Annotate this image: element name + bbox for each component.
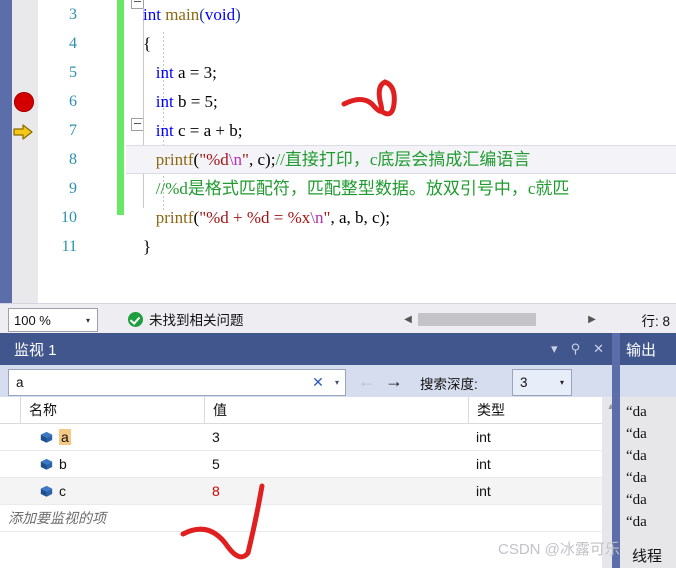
watch-grid: 名称 值 类型 a 3 int b 5 int c 8 int 添加要监视的项 — [0, 397, 612, 568]
variable-cube-icon — [40, 458, 53, 470]
line-number: 10 — [61, 209, 77, 226]
code-line-10: printf("%d + %d = %x\n", a, b, c); — [155, 208, 390, 227]
line-number-column: 3 4 5 6 7 8 9 10 11 — [38, 0, 82, 303]
watch-variable-name: c — [59, 483, 66, 499]
column-header-value[interactable]: 值 — [205, 397, 469, 423]
code-line-3: int main(void) — [126, 5, 241, 24]
line-number: 11 — [61, 238, 77, 255]
search-input[interactable]: a ✕ ▾ — [8, 369, 346, 396]
table-row[interactable]: b 5 int — [0, 451, 612, 478]
problem-status-label: 未找到相关问题 — [149, 313, 244, 328]
pin-icon[interactable]: ⚲ — [571, 341, 581, 357]
watch-variable-name: b — [59, 456, 67, 472]
variable-cube-icon — [40, 431, 53, 443]
line-number: 3 — [69, 6, 77, 23]
watch-toolbar: a ✕ ▾ ← → 搜索深度: 3 ▾ — [0, 365, 612, 397]
check-circle-icon — [128, 311, 143, 327]
watch-variable-type: int — [476, 429, 491, 445]
search-next-icon[interactable]: → — [385, 372, 403, 390]
output-line: “da — [626, 404, 647, 420]
code-line-9: //%d是格式匹配符，匹配整型数据。放双引号中，c就匹 — [155, 179, 570, 198]
chevron-down-icon[interactable]: ▾ — [79, 316, 97, 325]
code-line-11: } — [126, 237, 152, 256]
breakpoint-icon[interactable] — [14, 92, 34, 112]
code-line-7: int c = a + b; — [155, 121, 243, 140]
change-tracking-bar — [117, 0, 124, 215]
search-previous-icon[interactable]: ← — [358, 372, 376, 390]
current-execution-arrow-icon — [12, 122, 36, 142]
table-row[interactable]: a 3 int — [0, 424, 612, 451]
panel-divider — [612, 333, 620, 568]
code-text-area[interactable]: int main(void) { int a = 3; int b = 5; i… — [126, 0, 676, 303]
editor-left-strip — [0, 0, 12, 303]
line-number: 6 — [69, 93, 77, 110]
code-line-5: int a = 3; — [155, 63, 217, 82]
line-indicator: 行: 8 — [641, 314, 670, 329]
output-panel: 输出 “da “da “da “da “da “da 线程 — [620, 333, 676, 568]
output-panel-title: 输出 — [626, 342, 657, 359]
editor-gutter[interactable] — [12, 0, 38, 303]
zoom-level-value: 100 % — [14, 312, 51, 328]
search-input-value[interactable]: a — [9, 375, 307, 390]
output-line: “da — [626, 448, 647, 464]
watch-variable-value[interactable]: 8 — [204, 483, 468, 499]
output-toolbar — [620, 365, 676, 397]
visual-studio-debug-window: 3 4 5 6 7 8 9 10 11 int main(void) { int… — [0, 0, 676, 568]
line-number: 4 — [69, 35, 77, 52]
watch-variable-type: int — [476, 456, 491, 472]
line-number: 9 — [69, 180, 77, 197]
output-line: “da — [626, 514, 647, 530]
thread-label: 线程 — [632, 548, 663, 565]
watch-variable-value[interactable]: 5 — [204, 456, 468, 472]
watch-variable-type: int — [476, 483, 491, 499]
problem-status: 未找到相关问题 — [128, 309, 244, 329]
chevron-down-icon[interactable]: ▾ — [329, 378, 345, 387]
scrollbar-thumb[interactable] — [418, 312, 536, 326]
search-depth-label: 搜索深度: — [420, 377, 478, 392]
watch-panel-titlebar: 监视 1 ▾ ⚲ ✕ — [0, 333, 612, 365]
search-depth-combobox[interactable]: 3 ▾ — [512, 369, 572, 396]
zoom-level-combobox[interactable]: 100 % ▾ — [8, 308, 98, 332]
clear-search-icon[interactable]: ✕ — [307, 374, 329, 391]
close-icon[interactable]: ✕ — [593, 341, 604, 357]
watch-row-name-cell[interactable]: a — [20, 429, 204, 445]
watch-row-name-cell[interactable]: b — [20, 456, 204, 472]
variable-cube-icon — [40, 485, 53, 497]
output-line: “da — [626, 426, 647, 442]
code-line-4: { — [126, 34, 152, 53]
code-line-8: printf("%d\n", c);//直接打印，c底层会搞成汇编语言 — [126, 145, 676, 174]
watch-variable-name: a — [59, 429, 71, 445]
add-watch-row[interactable]: 添加要监视的项 — [0, 505, 612, 532]
code-editor[interactable]: 3 4 5 6 7 8 9 10 11 int main(void) { int… — [0, 0, 676, 303]
watch-grid-header: 名称 值 类型 — [0, 397, 612, 424]
watch-variable-value[interactable]: 3 — [204, 429, 468, 445]
output-text-area[interactable]: “da “da “da “da “da “da — [620, 397, 676, 568]
chevron-down-icon[interactable]: ▾ — [551, 341, 558, 357]
output-line: “da — [626, 470, 647, 486]
line-number: 5 — [69, 64, 77, 81]
column-header-name[interactable]: 名称 — [21, 397, 205, 423]
line-number: 7 — [69, 122, 77, 139]
add-watch-placeholder: 添加要监视的项 — [8, 510, 106, 526]
code-line-6: int b = 5; — [155, 92, 218, 111]
header-spacer — [0, 397, 21, 423]
horizontal-scrollbar[interactable]: ◀ ▶ — [400, 310, 600, 328]
scroll-right-icon[interactable]: ▶ — [584, 314, 600, 325]
watch-panel-title: 监视 1 — [14, 342, 57, 359]
output-panel-titlebar[interactable]: 输出 — [620, 333, 676, 365]
search-depth-value: 3 — [520, 375, 528, 390]
editor-status-bar: 100 % ▾ 未找到相关问题 ◀ ▶ 行: 8 — [0, 303, 676, 334]
scrollbar-track[interactable] — [416, 312, 584, 326]
table-row[interactable]: c 8 int — [0, 478, 612, 505]
scroll-left-icon[interactable]: ◀ — [400, 314, 416, 325]
watch-panel: 监视 1 ▾ ⚲ ✕ a ✕ ▾ ← → 搜索深度: 3 ▾ 名称 值 类型 a… — [0, 333, 620, 568]
output-line: “da — [626, 492, 647, 508]
line-number: 8 — [69, 151, 77, 168]
watch-row-name-cell[interactable]: c — [20, 483, 204, 499]
chevron-down-icon[interactable]: ▾ — [553, 378, 571, 387]
column-header-type[interactable]: 类型 — [469, 397, 593, 423]
